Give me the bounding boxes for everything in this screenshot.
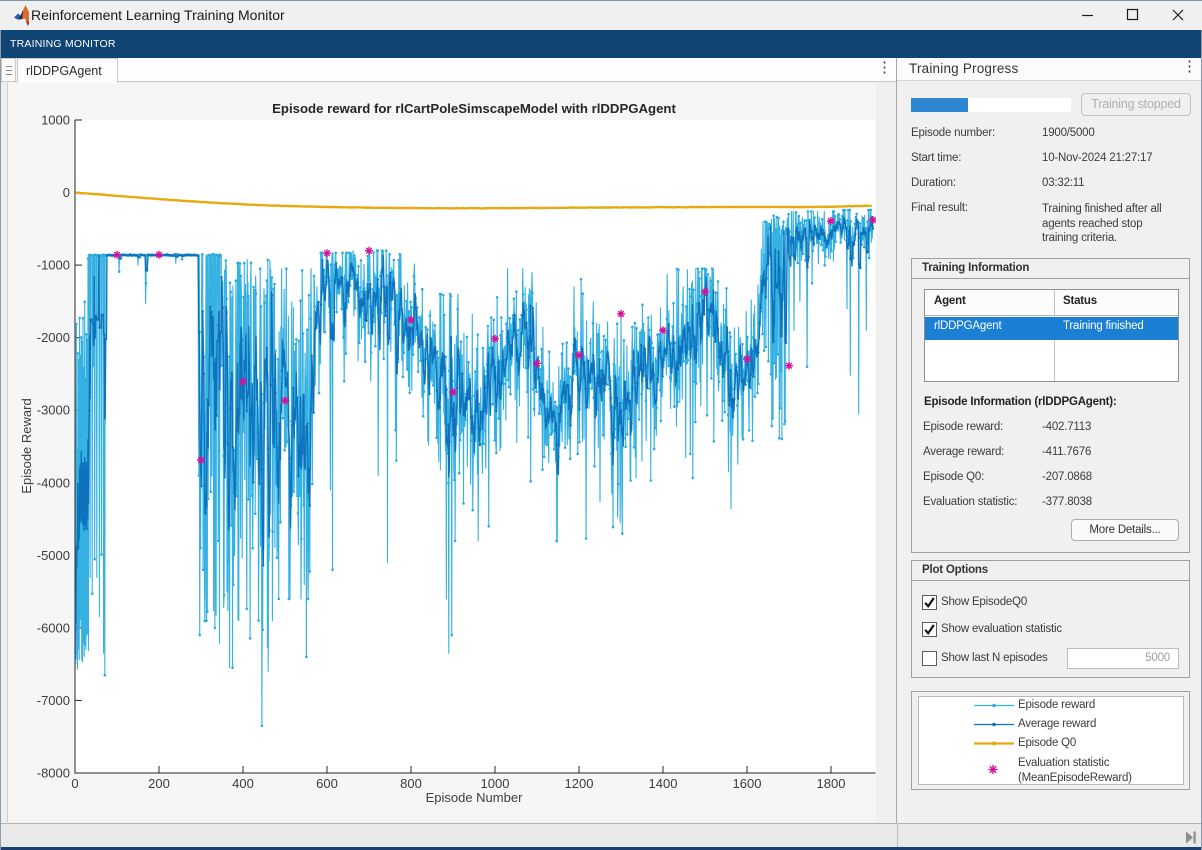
svg-text:1000: 1000 (481, 776, 510, 791)
svg-text:-8000: -8000 (37, 766, 70, 781)
svg-text:-7000: -7000 (37, 693, 70, 708)
svg-text:Episode Number: Episode Number (426, 790, 523, 805)
svg-text:-3000: -3000 (37, 403, 70, 418)
svg-text:200: 200 (148, 776, 170, 791)
svg-text:Episode Reward: Episode Reward (19, 398, 34, 493)
svg-text:Episode reward for rlCartPoleS: Episode reward for rlCartPoleSimscapeMod… (272, 101, 676, 116)
svg-text:-2000: -2000 (37, 330, 70, 345)
svg-text:-6000: -6000 (37, 620, 70, 635)
svg-text:1800: 1800 (817, 776, 846, 791)
svg-text:400: 400 (232, 776, 254, 791)
svg-text:-4000: -4000 (37, 475, 70, 490)
svg-text:-5000: -5000 (37, 548, 70, 563)
svg-text:800: 800 (400, 776, 422, 791)
svg-text:1400: 1400 (649, 776, 678, 791)
svg-text:1200: 1200 (565, 776, 594, 791)
svg-text:1000: 1000 (41, 113, 70, 128)
svg-text:1600: 1600 (733, 776, 762, 791)
svg-text:0: 0 (71, 776, 78, 791)
svg-text:-1000: -1000 (37, 258, 70, 273)
svg-text:0: 0 (63, 185, 70, 200)
svg-text:600: 600 (316, 776, 338, 791)
